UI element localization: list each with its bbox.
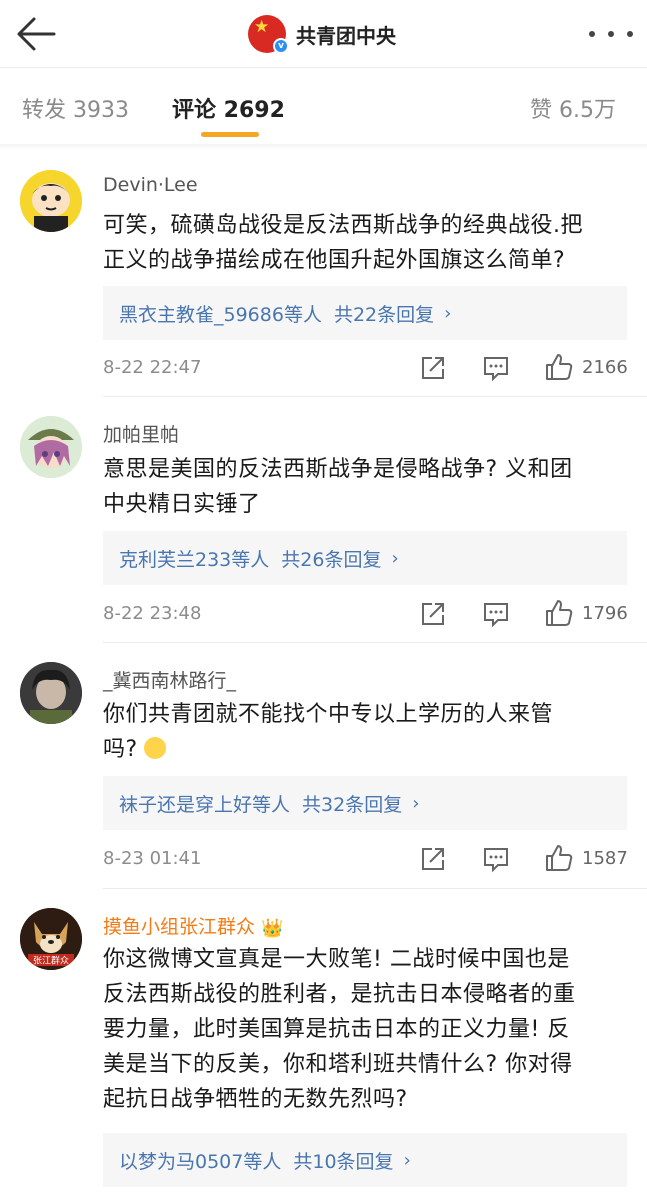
comment-text: 意思是美国的反法西斯战争是侵略战争? 义和团 中央精日实锤了 xyxy=(103,452,623,522)
comment-text-line: 中央精日实锤了 xyxy=(103,492,261,517)
comment-text-line: 你这微博文宣真是一大败笔! 二战时候中国也是 xyxy=(103,947,570,972)
comment-username[interactable]: 加帕里帕 xyxy=(103,420,179,447)
tab-bar-shadow xyxy=(0,144,647,150)
comment-text: 你们共青团就不能找个中专以上学历的人来管 吗? xyxy=(103,697,623,767)
user-avatar[interactable] xyxy=(20,662,82,724)
avatar-text: 张江群众 xyxy=(33,955,69,967)
reply-user[interactable]: 以梦为马0507 xyxy=(119,1147,243,1174)
user-avatar[interactable] xyxy=(20,170,82,232)
comment-username[interactable]: _冀西南林路行_ xyxy=(103,666,236,693)
comment-text-line: 正义的战争描绘成在他国升起外国旗这么简单? xyxy=(103,248,566,273)
account-name[interactable]: 共青团中央 xyxy=(296,20,396,49)
like-thumb-icon[interactable] xyxy=(544,843,574,873)
reply-user[interactable]: 黑衣主教雀_59686 xyxy=(119,300,284,327)
divider xyxy=(103,396,647,397)
reply-count[interactable]: 共32条回复 xyxy=(302,790,402,817)
top-nav-bar: ★ 共青团中央 v xyxy=(0,0,647,68)
reply-etc: 等人 xyxy=(231,548,270,571)
comment-text-line: 要力量，此时美国算是抗击日本的正义力量! 反 xyxy=(103,1017,570,1042)
tab-comments[interactable]: 评论 2692 xyxy=(172,92,285,124)
reply-count[interactable]: 共26条回复 xyxy=(281,545,381,572)
reply-etc: 等人 xyxy=(283,303,322,326)
reply-count[interactable]: 共22条回复 xyxy=(334,300,434,327)
tab-likes[interactable]: 赞 6.5万 xyxy=(530,92,616,124)
like-thumb-icon[interactable] xyxy=(544,352,574,382)
comment-username-text[interactable]: 摸鱼小组张江群众 xyxy=(103,916,255,938)
reply-etc: 等人 xyxy=(243,1150,282,1173)
reply-etc: 等人 xyxy=(252,793,291,816)
comment-text-line: 意思是美国的反法西斯战争是侵略战争? 义和团 xyxy=(103,457,573,482)
like-thumb-icon[interactable] xyxy=(544,598,574,628)
comment-username[interactable]: 摸鱼小组张江群众 👑 xyxy=(103,912,283,939)
like-count: 2166 xyxy=(582,357,628,378)
thinking-emoji-icon xyxy=(143,737,166,759)
comment-text-line: 反法西斯战役的胜利者，是抗击日本侵略者的重 xyxy=(103,982,576,1007)
verified-badge-icon: v xyxy=(273,38,289,54)
chevron-right-icon: › xyxy=(403,1149,411,1171)
reply-preview[interactable]: 黑衣主教雀_59686 等人 共22条回复 › xyxy=(103,286,627,340)
share-icon[interactable] xyxy=(418,599,448,629)
comment-text: 可笑，硫磺岛战役是反法西斯战争的经典战役.把 正义的战争描绘成在他国升起外国旗这… xyxy=(103,208,623,278)
more-dots-icon[interactable] xyxy=(589,20,633,48)
tab-bar: 转发 3933 评论 2692 赞 6.5万 xyxy=(0,68,647,144)
user-avatar[interactable] xyxy=(20,416,82,478)
comment-icon[interactable] xyxy=(481,353,511,383)
share-icon[interactable] xyxy=(418,844,448,874)
comment-time: 8-22 23:48 xyxy=(103,603,202,624)
divider xyxy=(103,642,647,643)
comment-text-line: 美是当下的反美，你和塔利班共情什么? 你对得 xyxy=(103,1052,573,1077)
comment-text: 你这微博文宣真是一大败笔! 二战时候中国也是 反法西斯战役的胜利者，是抗击日本侵… xyxy=(103,942,623,1117)
reply-user[interactable]: 袜子还是穿上好 xyxy=(119,790,252,817)
back-arrow-icon[interactable] xyxy=(14,14,58,54)
like-count: 1587 xyxy=(582,848,628,869)
chevron-right-icon: › xyxy=(391,547,399,569)
comment-time: 8-23 01:41 xyxy=(103,848,202,869)
comment-icon[interactable] xyxy=(481,844,511,874)
like-count: 1796 xyxy=(582,603,628,624)
comment-time: 8-22 22:47 xyxy=(103,357,202,378)
divider xyxy=(103,888,647,889)
reply-preview[interactable]: 克利芙兰233 等人 共26条回复 › xyxy=(103,531,627,585)
vip-crown-icon: 👑 xyxy=(261,918,284,939)
reply-preview[interactable]: 袜子还是穿上好 等人 共32条回复 › xyxy=(103,776,627,830)
star-icon: ★ xyxy=(254,17,270,37)
comment-text-span: 吗? xyxy=(103,737,138,762)
comment-text-line: 起抗日战争牺牲的无数先烈吗? xyxy=(103,1087,408,1112)
reply-count[interactable]: 共10条回复 xyxy=(293,1147,393,1174)
chevron-right-icon: › xyxy=(444,302,452,324)
active-tab-indicator xyxy=(201,132,259,137)
tab-repost[interactable]: 转发 3933 xyxy=(22,92,129,124)
share-icon[interactable] xyxy=(418,353,448,383)
comment-text-line: 吗? xyxy=(103,732,623,767)
comment-icon[interactable] xyxy=(481,599,511,629)
account-header[interactable]: ★ 共青团中央 xyxy=(248,14,396,54)
comment-text-line: 你们共青团就不能找个中专以上学历的人来管 xyxy=(103,702,554,727)
chevron-right-icon: › xyxy=(412,792,420,814)
reply-user[interactable]: 克利芙兰233 xyxy=(119,545,231,572)
comment-username[interactable]: Devin·Lee xyxy=(103,174,198,196)
user-avatar[interactable]: 张江群众 xyxy=(20,908,82,970)
reply-preview[interactable]: 以梦为马0507 等人 共10条回复 › xyxy=(103,1133,627,1187)
comment-text-line: 可笑，硫磺岛战役是反法西斯战争的经典战役.把 xyxy=(103,213,583,238)
